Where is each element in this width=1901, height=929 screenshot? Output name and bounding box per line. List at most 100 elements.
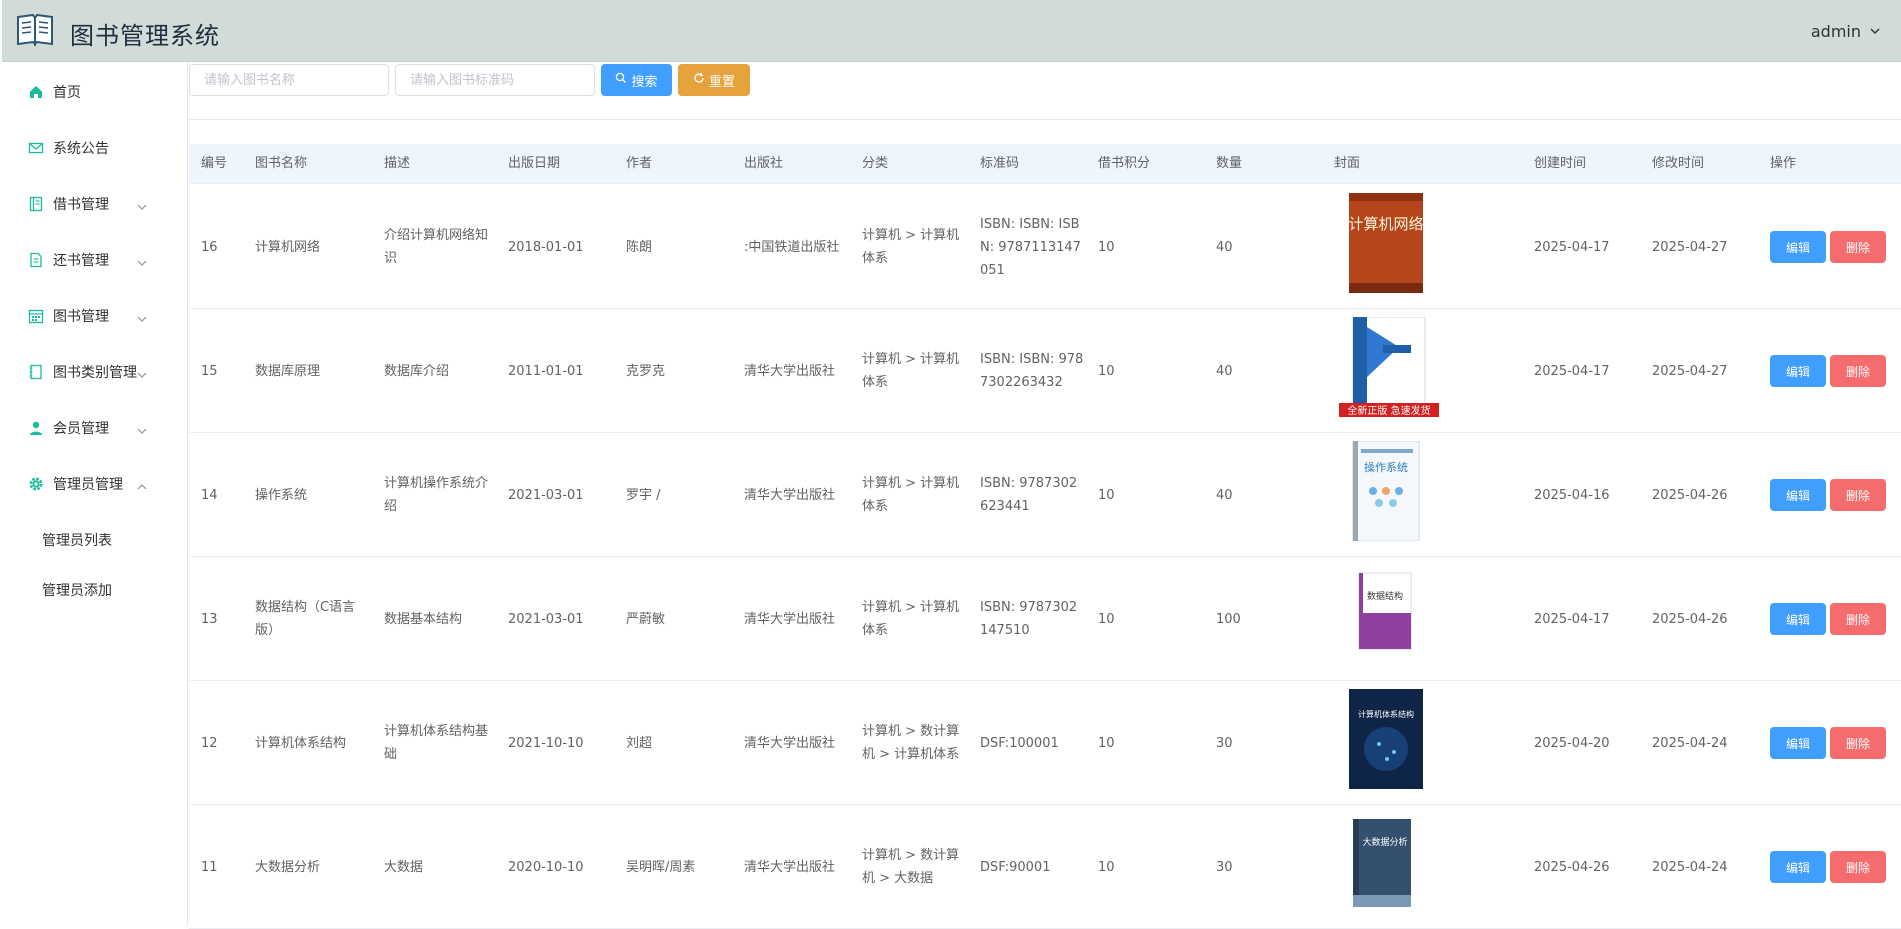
cell-created: 2025-04-20 bbox=[1534, 735, 1610, 751]
cell-category-text: 计算机 > 计算机体系 bbox=[862, 476, 960, 514]
cell-category: 计算机 > 计算机体系 bbox=[862, 433, 962, 557]
table-row: 16 计算机网络 介绍计算机网络知识 2018-01-01 陈朗 :中国铁道出版… bbox=[189, 185, 1901, 309]
sidebar-item-label: 管理员管理 bbox=[53, 477, 123, 493]
cell-points: 10 bbox=[1098, 859, 1115, 875]
cell-author: 陈朗 bbox=[626, 239, 653, 255]
sidebar-subitem-admin-add[interactable]: 管理员添加 bbox=[2, 565, 188, 615]
cover-title-text: 大数据分析 bbox=[1362, 836, 1407, 848]
book-cover-image: 大数据分析 bbox=[1345, 813, 1419, 913]
sidebar-item-admins[interactable]: 管理员管理 bbox=[2, 456, 188, 512]
col-header-author: 作者 bbox=[626, 156, 653, 171]
chevron-down-icon bbox=[136, 366, 148, 378]
col-header-pubdate: 出版日期 bbox=[508, 156, 561, 171]
cell-publisher: 清华大学出版社 bbox=[744, 487, 836, 503]
sidebar-item-announcement[interactable]: 系统公告 bbox=[2, 120, 188, 176]
sidebar-item-return[interactable]: 还书管理 bbox=[2, 232, 188, 288]
cover-title-text: 数据结构 bbox=[1367, 590, 1403, 602]
delete-button[interactable]: 删除 bbox=[1830, 603, 1886, 635]
cell-pubdate: 2020-10-10 bbox=[508, 859, 584, 875]
cell-isbn-text: DSF:90001 bbox=[980, 859, 1051, 875]
cell-points: 10 bbox=[1098, 363, 1115, 379]
delete-button[interactable]: 删除 bbox=[1830, 479, 1886, 511]
cell-pubdate: 2021-10-10 bbox=[508, 735, 584, 751]
chevron-down-icon bbox=[136, 310, 148, 322]
cell-isbn: ISBN: ISBN: ISBN: 9787113147051 bbox=[980, 185, 1084, 309]
cell-name-text: 大数据分析 bbox=[255, 859, 321, 875]
cell-name-text: 数据结构（C语言版） bbox=[255, 600, 356, 638]
delete-button[interactable]: 删除 bbox=[1830, 231, 1886, 263]
edit-button[interactable]: 编辑 bbox=[1770, 479, 1826, 511]
col-header-cover: 封面 bbox=[1334, 156, 1361, 171]
edit-button[interactable]: 编辑 bbox=[1770, 231, 1826, 263]
cell-name-text: 计算机网络 bbox=[255, 239, 321, 255]
cell-desc-text: 计算机体系结构基础 bbox=[384, 724, 489, 762]
col-header-name: 图书名称 bbox=[255, 156, 308, 171]
edit-button[interactable]: 编辑 bbox=[1770, 851, 1826, 883]
app-title: 图书管理系统 bbox=[70, 22, 220, 50]
search-button-label: 搜索 bbox=[631, 74, 658, 90]
cell-modified: 2025-04-26 bbox=[1652, 487, 1728, 503]
sidebar-item-members[interactable]: 会员管理 bbox=[2, 400, 188, 456]
cell-desc-text: 大数据 bbox=[384, 859, 424, 875]
col-header-publisher: 出版社 bbox=[744, 156, 784, 171]
cover-title-text: 计算机体系结构 bbox=[1358, 709, 1414, 719]
book-logo-icon bbox=[16, 12, 54, 48]
cell-name-text: 操作系统 bbox=[255, 487, 308, 503]
delete-button[interactable]: 删除 bbox=[1830, 851, 1886, 883]
cell-isbn: ISBN: ISBN: 9787302263432 bbox=[980, 309, 1084, 433]
isbn-input[interactable] bbox=[395, 64, 595, 96]
cell-qty: 30 bbox=[1216, 859, 1233, 875]
home-icon bbox=[28, 84, 44, 100]
edit-button[interactable]: 编辑 bbox=[1770, 355, 1826, 387]
cell-name: 数据结构（C语言版） bbox=[255, 557, 370, 681]
col-header-modified: 修改时间 bbox=[1652, 156, 1705, 171]
col-header-id: 编号 bbox=[201, 156, 228, 171]
cell-isbn-text: DSF:100001 bbox=[980, 735, 1059, 751]
cell-isbn-text: ISBN: 9787302623441 bbox=[980, 476, 1078, 514]
cell-author: 罗宇 / bbox=[626, 487, 661, 503]
sidebar-item-categories[interactable]: 图书类别管理 bbox=[2, 344, 188, 400]
reset-button[interactable]: 重置 bbox=[678, 64, 750, 96]
cell-created: 2025-04-17 bbox=[1534, 363, 1610, 379]
edit-button[interactable]: 编辑 bbox=[1770, 603, 1826, 635]
cell-name: 操作系统 bbox=[255, 433, 370, 557]
book-cover-image: 数据结构 bbox=[1351, 565, 1425, 665]
cell-id: 11 bbox=[201, 859, 218, 875]
sidebar-item-home[interactable]: 首页 bbox=[2, 64, 188, 120]
cell-points: 10 bbox=[1098, 735, 1115, 751]
cell-qty: 40 bbox=[1216, 487, 1233, 503]
cell-category: 计算机 > 计算机体系 bbox=[862, 185, 962, 309]
cell-author: 刘超 bbox=[626, 735, 653, 751]
delete-button[interactable]: 删除 bbox=[1830, 355, 1886, 387]
book-cover-image: 计算机网络 bbox=[1348, 193, 1424, 293]
calendar-icon bbox=[28, 308, 44, 324]
col-header-actions: 操作 bbox=[1770, 156, 1797, 171]
sidebar-item-label: 图书类别管理 bbox=[53, 365, 137, 381]
book-cover-image: 操作系统 bbox=[1349, 440, 1423, 542]
table-header: 编号 图书名称 描述 出版日期 作者 出版社 分类 标准码 借书积分 数量 封面… bbox=[189, 144, 1901, 184]
cell-qty: 40 bbox=[1216, 239, 1233, 255]
delete-button[interactable]: 删除 bbox=[1830, 727, 1886, 759]
cell-modified: 2025-04-24 bbox=[1652, 735, 1728, 751]
cell-pubdate: 2018-01-01 bbox=[508, 239, 584, 255]
book-name-input[interactable] bbox=[189, 64, 389, 96]
cell-name: 计算机体系结构 bbox=[255, 681, 370, 805]
cell-desc-text: 数据基本结构 bbox=[384, 611, 463, 627]
cell-category-text: 计算机 > 数计算机 > 大数据 bbox=[862, 848, 960, 886]
sidebar-subitem-admin-list[interactable]: 管理员列表 bbox=[2, 515, 188, 565]
refresh-icon bbox=[693, 72, 705, 88]
cell-id: 13 bbox=[201, 611, 218, 627]
user-dropdown[interactable]: admin bbox=[1811, 22, 1881, 41]
sidebar-item-borrow[interactable]: 借书管理 bbox=[2, 176, 188, 232]
table-row: 13 数据结构（C语言版） 数据基本结构 2021-03-01 严蔚敏 清华大学… bbox=[189, 557, 1901, 681]
document-icon bbox=[28, 252, 44, 268]
cell-author: 克罗克 bbox=[626, 363, 666, 379]
sidebar-item-label: 图书管理 bbox=[53, 309, 109, 325]
cell-modified: 2025-04-27 bbox=[1652, 363, 1728, 379]
cell-author: 严蔚敏 bbox=[626, 611, 666, 627]
search-button[interactable]: 搜索 bbox=[601, 64, 672, 96]
chevron-down-icon bbox=[136, 198, 148, 210]
edit-button[interactable]: 编辑 bbox=[1770, 727, 1826, 759]
sidebar-item-label: 系统公告 bbox=[53, 141, 109, 157]
sidebar-item-books[interactable]: 图书管理 bbox=[2, 288, 188, 344]
